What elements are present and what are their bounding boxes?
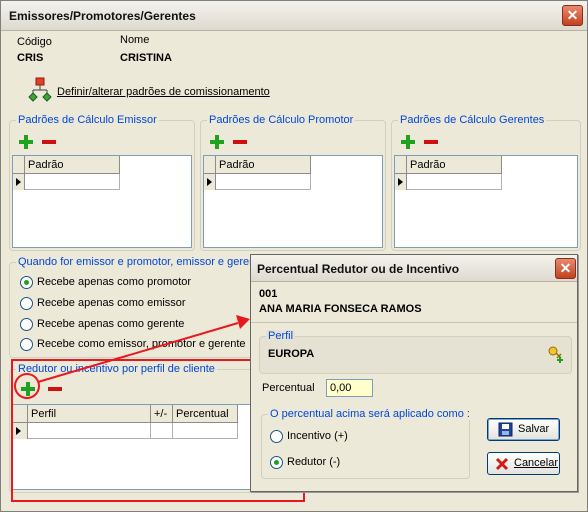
perfil-group: Perfil EUROPA (259, 330, 572, 374)
save-button-label: Salvar (518, 423, 550, 435)
dialog-name: ANA MARIA FONSECA RAMOS (259, 303, 422, 315)
cancel-button-label: Cancelar (514, 457, 559, 469)
applied-as-group: O percentual acima será aplicado como : … (261, 408, 472, 479)
percentual-label: Percentual (262, 382, 315, 394)
radio-incentivo[interactable] (270, 430, 283, 443)
applied-as-title: O percentual acima será aplicado como : (268, 408, 472, 420)
cancel-x-icon (495, 457, 509, 471)
dialog-close-icon[interactable]: ✕ (555, 258, 576, 279)
dialog-title-bar: Percentual Redutor ou de Incentivo ✕ (251, 255, 577, 282)
floppy-disk-icon (498, 422, 513, 437)
search-profile-icon[interactable] (546, 345, 566, 363)
annotation-arrowhead (236, 315, 250, 329)
perfil-label: Perfil (266, 330, 296, 342)
radio-incentivo-label[interactable]: Incentivo (+) (287, 430, 348, 442)
percentual-input-value: 0,00 (330, 382, 352, 394)
percentual-dialog: Percentual Redutor ou de Incentivo ✕ 001… (250, 254, 578, 492)
perfil-value: EUROPA (268, 348, 315, 360)
dialog-title: Percentual Redutor ou de Incentivo (257, 262, 460, 276)
radio-redutor[interactable] (270, 456, 283, 469)
dialog-code: 001 (259, 288, 278, 300)
highlight-circle (14, 373, 40, 399)
percentual-input[interactable]: 0,00 (326, 379, 373, 397)
save-button[interactable]: Salvar (487, 418, 560, 441)
cancel-button[interactable]: Cancelar (487, 452, 560, 475)
divider (251, 322, 577, 323)
radio-redutor-label[interactable]: Redutor (-) (287, 456, 340, 468)
annotation-arrow-line (37, 322, 239, 383)
